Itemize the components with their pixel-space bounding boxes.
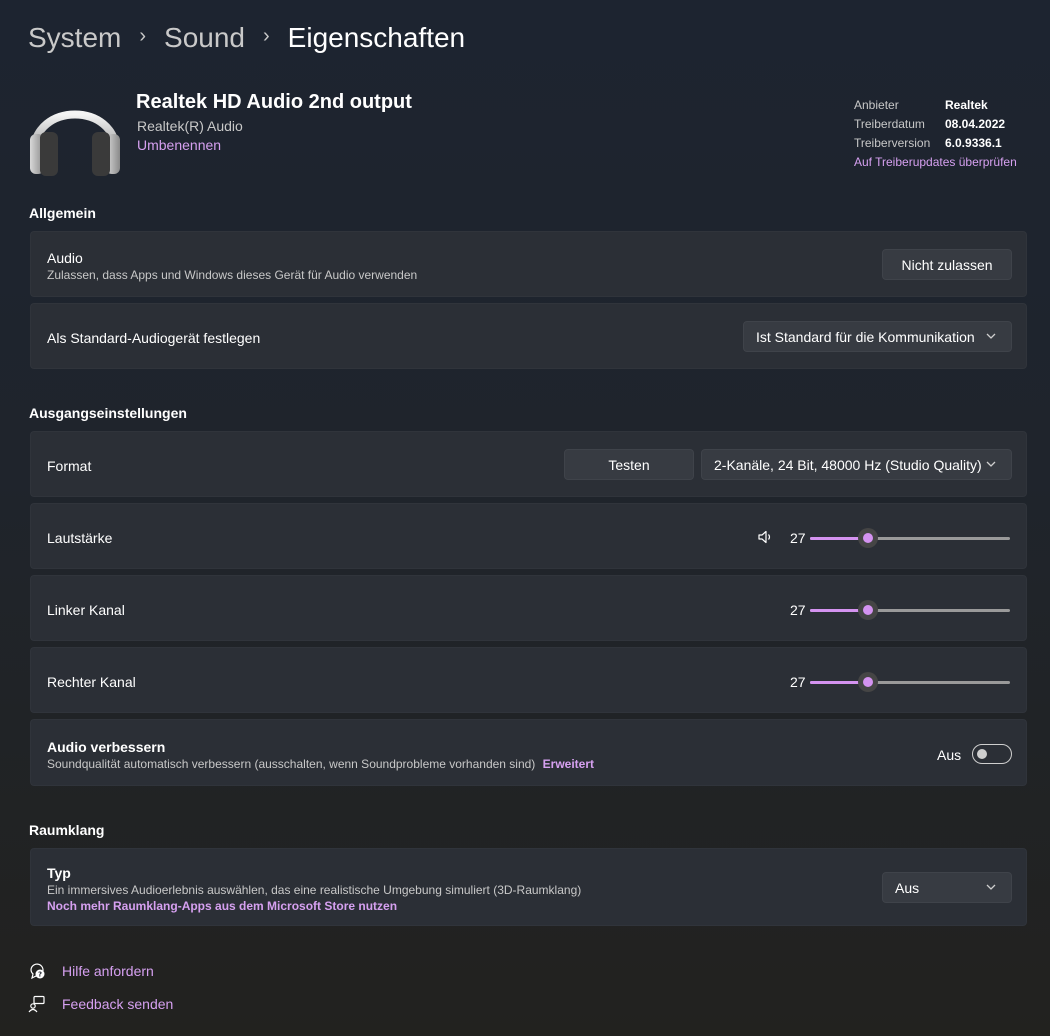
spatial-type-card: Typ Ein immersives Audioerlebnis auswähl… bbox=[30, 848, 1027, 926]
enhance-audio-desc-row: Soundqualität automatisch verbessern (au… bbox=[47, 757, 594, 771]
spatial-type-desc: Ein immersives Audioerlebnis auswählen, … bbox=[47, 883, 582, 897]
enhance-audio-desc: Soundqualität automatisch verbessern (au… bbox=[47, 757, 536, 771]
driver-info: Anbieter Realtek Treiberdatum 08.04.2022… bbox=[854, 96, 1017, 172]
driver-update-link[interactable]: Auf Treiberupdates überprüfen bbox=[854, 153, 1017, 172]
chevron-right-icon: › bbox=[139, 24, 147, 47]
store-link[interactable]: Noch mehr Raumklang-Apps aus dem Microso… bbox=[47, 899, 397, 913]
volume-value: 27 bbox=[790, 530, 806, 546]
audio-card: Audio Zulassen, dass Apps und Windows di… bbox=[30, 231, 1027, 297]
enhance-audio-card: Audio verbessern Soundqualität automatis… bbox=[30, 719, 1027, 786]
feedback-icon bbox=[28, 995, 45, 1013]
svg-text:?: ? bbox=[38, 971, 42, 979]
disallow-button[interactable]: Nicht zulassen bbox=[882, 249, 1012, 280]
spatial-type-label: Typ bbox=[47, 865, 71, 881]
advanced-link[interactable]: Erweitert bbox=[543, 757, 594, 771]
help-link[interactable]: Hilfe anfordern bbox=[62, 963, 154, 979]
right-channel-label: Rechter Kanal bbox=[47, 674, 136, 690]
format-label: Format bbox=[47, 458, 92, 474]
default-device-value: Ist Standard für die Kommunikation bbox=[756, 328, 975, 345]
chevron-down-icon bbox=[986, 884, 996, 890]
driver-date-value: 08.04.2022 bbox=[945, 117, 1006, 131]
help-icon: ? bbox=[30, 963, 45, 980]
volume-slider[interactable] bbox=[810, 528, 1010, 548]
section-general-title: Allgemein bbox=[29, 205, 96, 221]
left-channel-slider[interactable] bbox=[810, 600, 1010, 620]
enhance-audio-label: Audio verbessern bbox=[47, 739, 166, 755]
right-channel-slider[interactable] bbox=[810, 672, 1010, 692]
left-channel-value: 27 bbox=[790, 602, 806, 618]
speaker-icon[interactable] bbox=[757, 529, 773, 545]
format-value: 2-Kanäle, 24 Bit, 48000 Hz (Studio Quali… bbox=[714, 456, 982, 473]
section-output-title: Ausgangseinstellungen bbox=[29, 405, 187, 421]
vendor-value: Realtek bbox=[945, 98, 988, 112]
headphones-icon bbox=[30, 110, 120, 176]
audio-label: Audio bbox=[47, 250, 83, 266]
enhance-audio-toggle[interactable] bbox=[972, 744, 1012, 764]
volume-label: Lautstärke bbox=[47, 530, 113, 546]
chevron-right-icon: › bbox=[263, 24, 270, 47]
format-dropdown[interactable]: 2-Kanäle, 24 Bit, 48000 Hz (Studio Quali… bbox=[701, 449, 1012, 480]
slider-thumb[interactable] bbox=[858, 672, 878, 692]
audio-desc: Zulassen, dass Apps und Windows dieses G… bbox=[47, 268, 418, 282]
left-channel-card: Linker Kanal 27 bbox=[30, 575, 1027, 641]
feedback-link[interactable]: Feedback senden bbox=[62, 996, 173, 1012]
default-device-label: Als Standard-Audiogerät festlegen bbox=[47, 330, 261, 346]
spatial-type-value: Aus bbox=[895, 879, 920, 896]
driver-date-label: Treiberdatum bbox=[854, 117, 925, 131]
vendor-label: Anbieter bbox=[854, 98, 899, 112]
right-channel-card: Rechter Kanal 27 bbox=[30, 647, 1027, 713]
driver-version-value: 6.0.9336.1 bbox=[945, 136, 1002, 150]
spatial-type-dropdown[interactable]: Aus bbox=[882, 872, 1012, 903]
device-subtitle: Realtek(R) Audio bbox=[137, 118, 243, 134]
page-title: Eigenschaften bbox=[287, 22, 466, 53]
volume-card: Lautstärke 27 bbox=[30, 503, 1027, 569]
device-name: Realtek HD Audio 2nd output bbox=[136, 91, 412, 113]
chevron-down-icon bbox=[986, 461, 996, 467]
left-channel-label: Linker Kanal bbox=[47, 602, 125, 618]
slider-thumb[interactable] bbox=[858, 528, 878, 548]
enhance-audio-state: Aus bbox=[937, 747, 962, 763]
section-spatial-title: Raumklang bbox=[29, 822, 105, 838]
test-button[interactable]: Testen bbox=[564, 449, 694, 480]
rename-link[interactable]: Umbenennen bbox=[137, 137, 221, 153]
chevron-down-icon bbox=[986, 333, 996, 339]
toggle-knob bbox=[977, 749, 987, 759]
breadcrumb: System › Sound › Eigenschaften bbox=[28, 18, 465, 58]
default-device-dropdown[interactable]: Ist Standard für die Kommunikation bbox=[743, 321, 1012, 352]
breadcrumb-sound[interactable]: Sound bbox=[164, 22, 245, 54]
breadcrumb-system[interactable]: System bbox=[28, 22, 121, 54]
default-device-card: Als Standard-Audiogerät festlegen Ist St… bbox=[30, 303, 1027, 369]
right-channel-value: 27 bbox=[790, 674, 806, 690]
slider-thumb[interactable] bbox=[858, 600, 878, 620]
format-card: Format Testen 2-Kanäle, 24 Bit, 48000 Hz… bbox=[30, 431, 1027, 497]
driver-version-label: Treiberversion bbox=[854, 136, 931, 150]
